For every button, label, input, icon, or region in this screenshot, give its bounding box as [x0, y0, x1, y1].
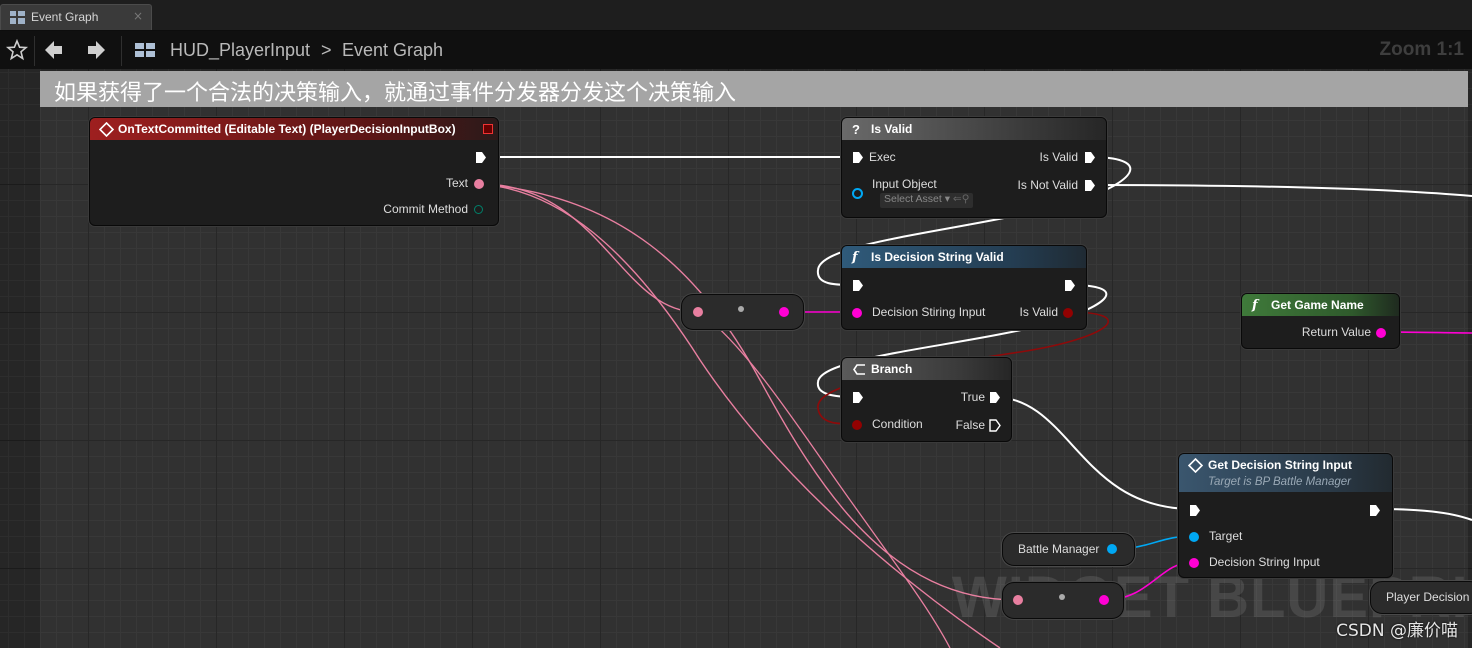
get-decision-string-input-node[interactable]: Get Decision String Input Target is BP B…: [1178, 453, 1393, 578]
battle-manager-variable-getter[interactable]: Battle Manager: [1002, 533, 1135, 566]
forward-arrow-icon[interactable]: [84, 38, 108, 62]
tab-bar: Event Graph ×: [0, 0, 1472, 31]
string-pin[interactable]: [779, 307, 789, 317]
exec-in-pin[interactable]: [852, 279, 864, 292]
node-title: OnTextCommitted (Editable Text) (PlayerD…: [118, 122, 456, 136]
comment-text: 如果获得了一个合法的决策输入，就通过事件分发器分发这个决策输入: [54, 81, 737, 106]
pin-label-text: Text: [445, 176, 468, 190]
branch-icon: [853, 364, 865, 375]
get-game-name-node[interactable]: f Get Game Name Return Value: [1241, 293, 1400, 349]
node-title: Is Valid: [871, 122, 913, 136]
text-pin[interactable]: [1013, 595, 1023, 605]
exec-out-pin[interactable]: [1084, 179, 1096, 192]
conversion-dot: [1059, 594, 1065, 600]
separator: [121, 36, 122, 66]
node-label: Player Decision: [1386, 590, 1470, 604]
back-arrow-icon[interactable]: [42, 38, 66, 62]
graph-icon: [10, 11, 25, 24]
player-decision-node[interactable]: Player Decision: [1370, 581, 1472, 614]
pin-label-true: True: [960, 390, 985, 404]
pin-label-condition: Condition: [872, 417, 923, 431]
string-pin[interactable]: [1376, 328, 1386, 338]
breadcrumb-graph[interactable]: Event Graph: [342, 40, 443, 61]
delegate-pin-icon[interactable]: [483, 124, 493, 134]
pin-label-target: Target: [1209, 529, 1243, 543]
node-title: Branch: [871, 362, 913, 376]
separator: [34, 36, 35, 66]
node-header: [842, 358, 1011, 380]
text-pin[interactable]: [693, 307, 703, 317]
function-icon: f: [1252, 298, 1258, 313]
function-icon: f: [852, 250, 858, 265]
graph-navigation-bar: HUD_PlayerInput > Event Graph Zoom 1:1: [0, 31, 1472, 69]
select-asset-dropdown[interactable]: Select Asset ▾ ⇐⚲: [880, 193, 974, 208]
tab-label: Event Graph: [31, 10, 99, 24]
zoom-level: Zoom 1:1: [1379, 39, 1464, 60]
pin-label-decision-string-input: Decision String Input: [1209, 555, 1320, 569]
event-diamond-icon: [99, 122, 114, 137]
breadcrumb-blueprint[interactable]: HUD_PlayerInput: [170, 40, 310, 61]
pin-label-exec: Exec: [869, 150, 896, 164]
string-pin[interactable]: [1189, 558, 1199, 568]
breadcrumb-separator: >: [321, 40, 332, 60]
comment-header[interactable]: 如果获得了一个合法的决策输入，就通过事件分发器分发这个决策输入: [40, 71, 1468, 107]
on-text-committed-event-node[interactable]: OnTextCommitted (Editable Text) (PlayerD…: [89, 117, 499, 226]
reroute-node[interactable]: [681, 294, 804, 330]
exec-out-pin[interactable]: [1064, 279, 1076, 292]
bool-pin[interactable]: [1063, 308, 1073, 318]
pin-label-input-object: Input Object: [872, 177, 937, 191]
pin-label-is-not-valid: Is Not Valid: [1017, 178, 1078, 192]
tab-event-graph[interactable]: Event Graph ×: [0, 4, 152, 30]
event-diamond-icon: [1188, 458, 1203, 473]
pin-label-false: False: [955, 418, 985, 432]
object-pin[interactable]: [1189, 532, 1199, 542]
bool-pin[interactable]: [852, 420, 862, 430]
enum-pin[interactable]: [474, 205, 483, 214]
variable-name: Battle Manager: [1018, 542, 1100, 556]
string-pin[interactable]: [1099, 595, 1109, 605]
widget-blueprint-icon: [135, 43, 155, 57]
star-icon[interactable]: [5, 38, 29, 62]
string-pin[interactable]: [852, 308, 862, 318]
exec-in-pin[interactable]: [852, 391, 864, 404]
object-pin[interactable]: [1107, 544, 1117, 554]
conversion-dot: [738, 306, 744, 312]
object-pin[interactable]: [852, 188, 863, 199]
pin-label-is-valid: Is Valid: [1019, 305, 1058, 319]
node-title: Get Decision String Input: [1208, 458, 1353, 472]
pin-label-return-value: Return Value: [1301, 325, 1371, 339]
exec-out-pin[interactable]: [1084, 151, 1096, 164]
node-title: Is Decision String Valid: [871, 250, 1004, 264]
exec-out-pin-empty[interactable]: [989, 419, 1001, 432]
exec-in-pin[interactable]: [1189, 504, 1201, 517]
exec-out-pin[interactable]: [475, 151, 487, 164]
exec-in-pin[interactable]: [852, 151, 864, 164]
reroute-node[interactable]: [1002, 582, 1124, 619]
exec-out-pin[interactable]: [989, 391, 1001, 404]
close-icon[interactable]: ×: [133, 9, 143, 23]
branch-node[interactable]: Branch True Condition False: [841, 357, 1012, 442]
is-valid-node[interactable]: ? Is Valid Exec Is Valid Input Object Se…: [841, 117, 1107, 218]
text-pin[interactable]: [474, 179, 484, 189]
select-asset-label: Select Asset: [884, 193, 942, 205]
pin-label-is-valid: Is Valid: [1039, 150, 1078, 164]
node-subtitle: Target is BP Battle Manager: [1208, 476, 1351, 488]
credit-watermark: CSDN @廉价喵: [1336, 621, 1458, 641]
question-mark-icon: ?: [852, 122, 860, 137]
pin-label-decision-input: Decision Stiring Input: [872, 305, 986, 319]
pin-label-commit-method: Commit Method: [383, 202, 468, 216]
node-title: Get Game Name: [1271, 298, 1364, 312]
is-decision-string-valid-node[interactable]: f Is Decision String Valid Decision Stir…: [841, 245, 1087, 330]
exec-out-pin[interactable]: [1369, 504, 1381, 517]
